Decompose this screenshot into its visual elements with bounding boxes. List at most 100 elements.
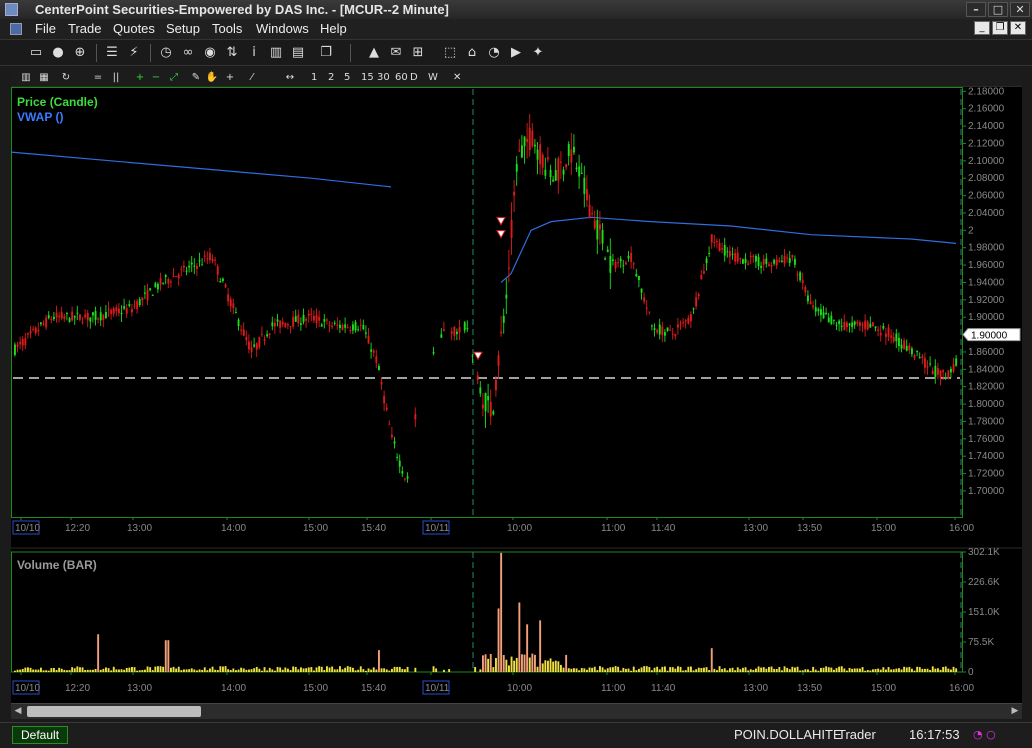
volume-bar xyxy=(120,669,123,672)
child-close-button[interactable]: ✕ xyxy=(1010,21,1026,35)
candle-up xyxy=(120,312,123,315)
vwap-line xyxy=(500,216,957,283)
candle-down xyxy=(183,265,185,268)
summary-icon[interactable]: ▥ xyxy=(19,70,33,85)
draw-line-icon[interactable]: ⁄ xyxy=(245,70,259,85)
horizontal-line-icon[interactable]: = xyxy=(91,70,105,85)
chart-area[interactable]: 2.18000 2.16000 2.14000 2.12000 2.10000 2.080… xyxy=(11,87,1022,719)
hand-icon[interactable]: ✋ xyxy=(205,70,219,85)
lightning-icon[interactable]: ⚡ xyxy=(126,45,142,61)
pan-icon[interactable]: ↔ xyxy=(283,70,297,85)
volume-bar xyxy=(544,660,547,672)
candle-down xyxy=(341,325,344,330)
candle-up xyxy=(895,333,898,342)
link-icon[interactable]: ∞ xyxy=(180,45,196,61)
sort-icon[interactable]: ⇅ xyxy=(224,45,240,61)
candle-up xyxy=(456,331,458,335)
volume-bar xyxy=(222,666,224,672)
menu-setup[interactable]: Setup xyxy=(166,21,200,36)
eye-icon[interactable]: ◉ xyxy=(202,45,218,61)
clock-icon[interactable]: ◷ xyxy=(158,45,174,61)
scrollbar-thumb[interactable] xyxy=(27,706,201,717)
chart-close-icon[interactable]: ✕ xyxy=(453,70,461,85)
zoom-out-icon[interactable]: − xyxy=(149,70,163,85)
fit-icon[interactable]: ⤢ xyxy=(167,70,181,85)
price-tick-label: 2.12000 xyxy=(968,138,1005,149)
menu-trade[interactable]: Trade xyxy=(68,21,101,36)
minimize-button[interactable]: – xyxy=(966,2,986,17)
menu-tools[interactable]: Tools xyxy=(212,21,242,36)
scroll-right-arrow-icon[interactable]: ▶ xyxy=(1008,704,1022,719)
volume-bar xyxy=(224,666,227,672)
crosshair-icon[interactable]: + xyxy=(223,70,237,85)
user-icon[interactable]: ● xyxy=(50,45,66,61)
zoom-in-icon[interactable]: + xyxy=(133,70,147,85)
list-icon[interactable]: ☰ xyxy=(104,45,120,61)
child-minimize-button[interactable]: _ xyxy=(974,21,990,35)
volume-bar xyxy=(79,667,81,672)
volume-bar xyxy=(536,666,539,672)
home-icon[interactable]: ⌂ xyxy=(464,45,480,61)
volume-bar xyxy=(141,669,144,672)
candle-down xyxy=(34,327,37,334)
window-icon[interactable]: ▭ xyxy=(28,45,44,61)
select-icon[interactable]: ⬚ xyxy=(442,45,458,61)
timeframe-W-button[interactable]: W xyxy=(428,70,438,85)
volume-bar xyxy=(112,666,115,672)
document-icon[interactable]: ▤ xyxy=(290,45,306,61)
alert-icon[interactable]: ▲ xyxy=(366,45,382,61)
timeframe-2-button[interactable]: 2 xyxy=(328,70,334,85)
candle-down xyxy=(170,281,172,283)
candle-down xyxy=(32,328,35,330)
tab-default[interactable]: Default xyxy=(12,726,69,744)
menu-file[interactable]: File xyxy=(35,21,56,36)
candle-down xyxy=(671,333,674,335)
timeframe-1-button[interactable]: 1 xyxy=(311,70,317,85)
volume-bar xyxy=(448,669,451,672)
menu-quotes[interactable]: Quotes xyxy=(113,21,155,36)
volume-bar xyxy=(367,668,370,672)
timeframe-30-button[interactable]: 30 xyxy=(377,70,390,85)
timeframe-5-button[interactable]: 5 xyxy=(344,70,350,85)
price-volume-chart[interactable]: 2.18000 2.16000 2.14000 2.12000 2.10000 2.080… xyxy=(11,87,1022,719)
network-icon[interactable]: ⊞ xyxy=(410,45,426,61)
volume-bar xyxy=(380,668,383,672)
candle-down xyxy=(172,275,175,277)
video-icon[interactable]: ▶ xyxy=(508,45,524,61)
maximize-button[interactable]: □ xyxy=(988,2,1008,17)
candle-down xyxy=(21,338,24,346)
timeframe-15-button[interactable]: 15 xyxy=(361,70,374,85)
document-menu-icon[interactable] xyxy=(10,23,22,35)
timeframe-D-button[interactable]: D xyxy=(410,70,418,85)
candle-down xyxy=(866,321,869,330)
volume-bar xyxy=(656,666,659,672)
app-icon[interactable] xyxy=(5,3,18,16)
scroll-left-arrow-icon[interactable]: ◀ xyxy=(11,704,25,719)
copy-icon[interactable]: ❐ xyxy=(318,45,334,61)
volume-bar xyxy=(705,667,708,672)
info-icon[interactable]: i xyxy=(246,45,262,61)
vertical-line-icon[interactable]: || xyxy=(109,70,123,85)
volume-bar xyxy=(297,669,300,672)
bar-style-icon[interactable]: ▦ xyxy=(37,70,51,85)
bar-chart-icon[interactable]: ▥ xyxy=(268,45,284,61)
volume-bar xyxy=(609,667,612,672)
pencil-icon[interactable]: ✎ xyxy=(189,70,203,85)
candle-down xyxy=(879,332,882,336)
candle-down xyxy=(687,317,690,324)
candle-down xyxy=(739,257,742,259)
connection-status-icon[interactable]: ◔ ○ xyxy=(973,728,1003,742)
horizontal-scrollbar[interactable]: ◀ ▶ xyxy=(11,703,1022,719)
child-restore-button[interactable]: ❐ xyxy=(992,21,1008,35)
currency-icon[interactable]: ⊕ xyxy=(72,45,88,61)
refresh-icon[interactable]: ↻ xyxy=(59,70,73,85)
twitter-icon[interactable]: ✦ xyxy=(530,45,546,61)
timeframe-60-button[interactable]: 60 xyxy=(395,70,408,85)
close-button[interactable]: ✕ xyxy=(1010,2,1030,17)
timer-icon[interactable]: ◔ xyxy=(486,45,502,61)
menu-windows[interactable]: Windows xyxy=(256,21,309,36)
volume-bar xyxy=(939,669,942,672)
menu-help[interactable]: Help xyxy=(320,21,347,36)
volume-bar xyxy=(271,669,274,672)
mail-icon[interactable]: ✉ xyxy=(388,45,404,61)
